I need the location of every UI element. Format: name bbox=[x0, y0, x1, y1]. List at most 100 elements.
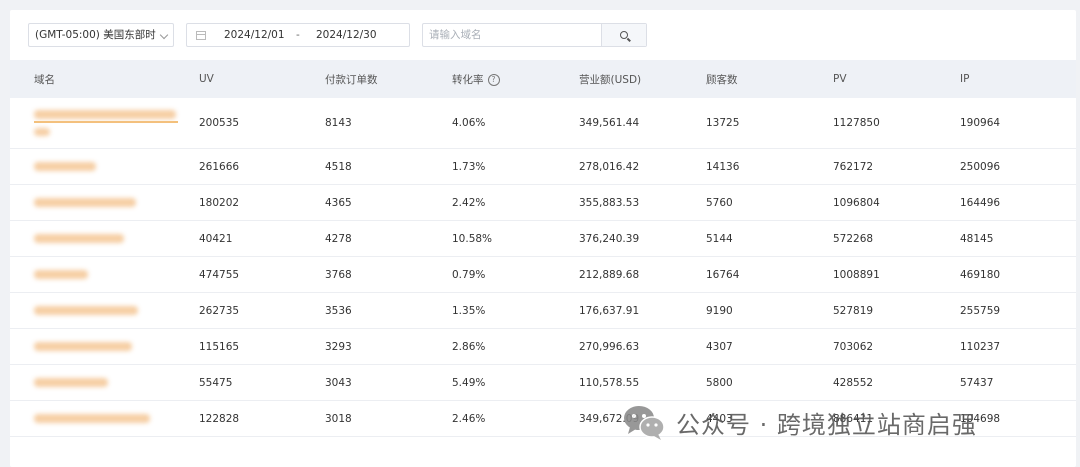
blurred-domain[interactable] bbox=[34, 414, 150, 423]
date-end[interactable]: 2024/12/30 bbox=[316, 29, 377, 41]
column-header-customers[interactable]: 顾客数 bbox=[682, 60, 809, 98]
pv-cell: 886411 bbox=[809, 400, 936, 437]
orders-cell: 3293 bbox=[301, 328, 428, 365]
uv-cell: 55475 bbox=[175, 364, 301, 401]
orders-cell: 3536 bbox=[301, 292, 428, 329]
orders-cell: 4365 bbox=[301, 184, 428, 221]
revenue-cell: 349,561.44 bbox=[555, 98, 682, 149]
pv-cell: 527819 bbox=[809, 292, 936, 329]
orders-cell: 4518 bbox=[301, 148, 428, 185]
revenue-cell: 376,240.39 bbox=[555, 220, 682, 257]
uv-cell: 200535 bbox=[175, 98, 301, 149]
table-row: 474755 3768 0.79% 212,889.68 16764 10088… bbox=[10, 256, 1076, 293]
customers-cell: 5760 bbox=[682, 184, 809, 221]
revenue-cell: 349,672.09 bbox=[555, 400, 682, 437]
column-header-revenue[interactable]: 营业额(USD) bbox=[555, 60, 682, 98]
blurred-domain[interactable] bbox=[34, 270, 88, 279]
revenue-cell: 110,578.55 bbox=[555, 364, 682, 401]
column-header-pv[interactable]: PV bbox=[809, 60, 936, 98]
pv-cell: 572268 bbox=[809, 220, 936, 257]
blurred-domain[interactable] bbox=[34, 342, 132, 351]
table-row: 261666 4518 1.73% 278,016.42 14136 76217… bbox=[10, 148, 1076, 185]
pv-cell: 1127850 bbox=[809, 98, 936, 149]
blurred-domain[interactable] bbox=[34, 378, 108, 387]
customers-cell: 16764 bbox=[682, 256, 809, 293]
domain-cell[interactable] bbox=[10, 98, 178, 149]
pv-cell: 762172 bbox=[809, 148, 936, 185]
date-start[interactable]: 2024/12/01 bbox=[224, 29, 285, 41]
uv-cell: 474755 bbox=[175, 256, 301, 293]
search-icon bbox=[620, 31, 628, 39]
ip-cell: 48145 bbox=[936, 220, 1076, 257]
domain-search-input[interactable] bbox=[423, 24, 601, 46]
column-header-ip[interactable]: IP bbox=[936, 60, 1076, 98]
ip-cell: 250096 bbox=[936, 148, 1076, 185]
ip-cell: 469180 bbox=[936, 256, 1076, 293]
uv-cell: 261666 bbox=[175, 148, 301, 185]
date-separator: - bbox=[296, 29, 300, 41]
column-header-conversion-rate[interactable]: 转化率? bbox=[428, 60, 555, 98]
domain-cell[interactable] bbox=[10, 328, 175, 365]
domain-search bbox=[422, 23, 647, 47]
uv-cell: 262735 bbox=[175, 292, 301, 329]
ip-cell: 255759 bbox=[936, 292, 1076, 329]
customers-cell: 4403 bbox=[682, 400, 809, 437]
revenue-cell: 355,883.53 bbox=[555, 184, 682, 221]
blurred-domain[interactable] bbox=[34, 234, 124, 243]
filter-bar: (GMT-05:00) 美国东部时 2024/12/01 - 2024/12/3… bbox=[28, 23, 647, 47]
table-row: 122828 3018 2.46% 349,672.09 4403 886411… bbox=[10, 400, 1076, 437]
orders-cell: 4278 bbox=[301, 220, 428, 257]
domain-cell[interactable] bbox=[10, 400, 175, 437]
pv-cell: 1008891 bbox=[809, 256, 936, 293]
conversion-cell: 2.42% bbox=[428, 184, 555, 221]
customers-cell: 4307 bbox=[682, 328, 809, 365]
domain-cell[interactable] bbox=[10, 220, 175, 257]
revenue-cell: 176,637.91 bbox=[555, 292, 682, 329]
timezone-select[interactable]: (GMT-05:00) 美国东部时 bbox=[28, 23, 174, 47]
conversion-cell: 1.35% bbox=[428, 292, 555, 329]
table-header-row: 域名 UV 付款订单数 转化率? 营业额(USD) 顾客数 PV IP bbox=[10, 60, 1076, 98]
blurred-domain[interactable] bbox=[34, 110, 178, 136]
conversion-cell: 2.46% bbox=[428, 400, 555, 437]
customers-cell: 5800 bbox=[682, 364, 809, 401]
conversion-cell: 0.79% bbox=[428, 256, 555, 293]
table-row: 55475 3043 5.49% 110,578.55 5800 428552 … bbox=[10, 364, 1076, 401]
blurred-domain[interactable] bbox=[34, 162, 96, 171]
report-panel: (GMT-05:00) 美国东部时 2024/12/01 - 2024/12/3… bbox=[10, 10, 1076, 467]
domain-cell[interactable] bbox=[10, 184, 175, 221]
column-header-domain[interactable]: 域名 bbox=[10, 60, 175, 98]
customers-cell: 9190 bbox=[682, 292, 809, 329]
table-row: 40421 4278 10.58% 376,240.39 5144 572268… bbox=[10, 220, 1076, 257]
column-header-uv[interactable]: UV bbox=[175, 60, 301, 98]
calendar-icon bbox=[196, 30, 206, 40]
ip-cell: 110237 bbox=[936, 328, 1076, 365]
uv-cell: 180202 bbox=[175, 184, 301, 221]
blurred-domain[interactable] bbox=[34, 198, 136, 207]
domain-cell[interactable] bbox=[10, 292, 175, 329]
ip-cell: 164496 bbox=[936, 184, 1076, 221]
customers-cell: 13725 bbox=[682, 98, 809, 149]
conversion-cell: 2.86% bbox=[428, 328, 555, 365]
date-range-picker[interactable]: 2024/12/01 - 2024/12/30 bbox=[186, 23, 410, 47]
pv-cell: 428552 bbox=[809, 364, 936, 401]
blurred-domain[interactable] bbox=[34, 306, 138, 315]
domain-stats-table: 域名 UV 付款订单数 转化率? 营业额(USD) 顾客数 PV IP 2005… bbox=[10, 60, 1076, 437]
revenue-cell: 278,016.42 bbox=[555, 148, 682, 185]
search-button[interactable] bbox=[601, 24, 646, 46]
uv-cell: 40421 bbox=[175, 220, 301, 257]
domain-cell[interactable] bbox=[10, 256, 175, 293]
help-icon[interactable]: ? bbox=[487, 73, 500, 86]
orders-cell: 3018 bbox=[301, 400, 428, 437]
domain-cell[interactable] bbox=[10, 364, 175, 401]
table-row: 115165 3293 2.86% 270,996.63 4307 703062… bbox=[10, 328, 1076, 365]
column-header-paid-orders[interactable]: 付款订单数 bbox=[301, 60, 428, 98]
conversion-cell: 1.73% bbox=[428, 148, 555, 185]
customers-cell: 14136 bbox=[682, 148, 809, 185]
table-row: 200535 8143 4.06% 349,561.44 13725 11278… bbox=[10, 98, 1076, 149]
orders-cell: 8143 bbox=[301, 98, 428, 149]
orders-cell: 3043 bbox=[301, 364, 428, 401]
revenue-cell: 270,996.63 bbox=[555, 328, 682, 365]
ip-cell: 57437 bbox=[936, 364, 1076, 401]
revenue-cell: 212,889.68 bbox=[555, 256, 682, 293]
domain-cell[interactable] bbox=[10, 148, 175, 185]
